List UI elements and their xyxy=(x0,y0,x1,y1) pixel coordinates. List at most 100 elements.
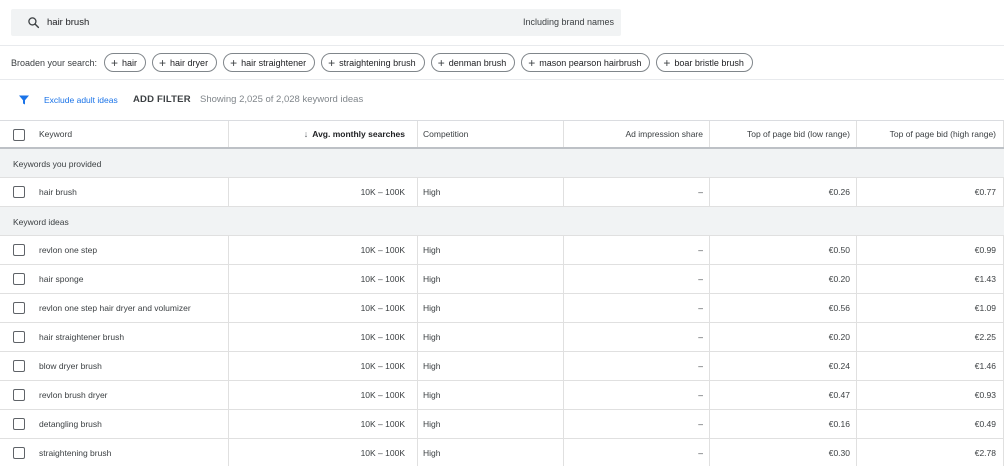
competition-cell: High xyxy=(418,410,564,438)
broaden-chip-label: straightening brush xyxy=(339,57,416,68)
table-row[interactable]: hair straightener brush 10K – 100K High – €0… xyxy=(0,323,1004,352)
header-avg-monthly-searches[interactable]: ↓ Avg. monthly searches xyxy=(229,121,418,147)
section-title: Keywords you provided xyxy=(13,159,102,169)
broaden-chip-label: denman brush xyxy=(448,57,507,68)
broaden-chip[interactable]: + boar bristle brush xyxy=(656,53,753,72)
impression-share-cell: – xyxy=(564,294,710,322)
broaden-chip[interactable]: + denman brush xyxy=(430,53,516,72)
keyword-cell: revlon brush dryer xyxy=(0,381,229,409)
impression-share-cell: – xyxy=(564,410,710,438)
plus-icon: + xyxy=(159,55,167,70)
avg-searches-cell: 10K – 100K xyxy=(229,265,418,293)
broaden-chip-label: hair dryer xyxy=(170,57,209,68)
bid-low-cell: €0.26 xyxy=(710,178,857,206)
avg-searches-cell: 10K – 100K xyxy=(229,381,418,409)
competition-cell: High xyxy=(418,236,564,264)
bid-high-cell: €0.77 xyxy=(857,178,1004,206)
broaden-chip[interactable]: + mason pearson hairbrush xyxy=(521,53,651,72)
header-bid-high[interactable]: Top of page bid (high range) xyxy=(857,121,1004,147)
keyword-table: Keyword ↓ Avg. monthly searches Competit… xyxy=(0,120,1004,466)
table-row[interactable]: hair sponge 10K – 100K High – €0.20 €1.43 xyxy=(0,265,1004,294)
table-row[interactable]: revlon one step hair dryer and volumizer… xyxy=(0,294,1004,323)
impression-share-cell: – xyxy=(564,381,710,409)
bid-high-cell: €0.93 xyxy=(857,381,1004,409)
bid-low-cell: €0.47 xyxy=(710,381,857,409)
header-avg-label: Avg. monthly searches xyxy=(312,129,405,139)
bid-low-cell: €0.30 xyxy=(710,439,857,466)
bid-low-cell: €0.20 xyxy=(710,265,857,293)
keyword-search-bar[interactable]: hair brush Including brand names xyxy=(11,9,621,36)
bid-low-cell: €0.16 xyxy=(710,410,857,438)
competition-cell: High xyxy=(418,323,564,351)
table-row[interactable]: hair brush 10K – 100K High – €0.26 €0.77 xyxy=(0,178,1004,207)
table-section-header: Keywords you provided xyxy=(0,149,1004,178)
bid-high-cell: €0.49 xyxy=(857,410,1004,438)
exclude-adult-ideas-link[interactable]: Exclude adult ideas xyxy=(44,95,118,105)
showing-count: Showing 2,025 of 2,028 keyword ideas xyxy=(200,94,364,105)
bid-high-cell: €2.78 xyxy=(857,439,1004,466)
table-row[interactable]: blow dryer brush 10K – 100K High – €0.24 €1.4… xyxy=(0,352,1004,381)
bid-high-cell: €1.43 xyxy=(857,265,1004,293)
header-competition[interactable]: Competition xyxy=(418,121,564,147)
plus-icon: + xyxy=(111,55,119,70)
table-body: Keywords you provided hair brush 10K – 100… xyxy=(0,149,1004,466)
avg-searches-cell: 10K – 100K xyxy=(229,323,418,351)
keyword-cell: blow dryer brush xyxy=(0,352,229,380)
sort-down-arrow-icon: ↓ xyxy=(303,129,309,139)
plus-icon: + xyxy=(437,55,445,70)
plus-icon: + xyxy=(528,55,536,70)
keyword-cell: revlon one step hair dryer and volumizer xyxy=(0,294,229,322)
broaden-label: Broaden your search: xyxy=(11,58,98,68)
competition-cell: High xyxy=(418,439,564,466)
broaden-chip[interactable]: + hair straightener xyxy=(223,53,316,72)
impression-share-cell: – xyxy=(564,323,710,351)
competition-cell: High xyxy=(418,265,564,293)
impression-share-cell: – xyxy=(564,439,710,466)
table-row[interactable]: revlon one step 10K – 100K High – €0.50 €0.99 xyxy=(0,236,1004,265)
header-ad-impression-share[interactable]: Ad impression share xyxy=(564,121,710,147)
broaden-chips: + hair + hair dryer + hair straightener + strai… xyxy=(104,53,753,72)
header-keyword[interactable]: Keyword xyxy=(0,121,229,147)
impression-share-cell: – xyxy=(564,352,710,380)
impression-share-cell: – xyxy=(564,236,710,264)
keyword-cell: hair brush xyxy=(0,178,229,206)
brand-names-toggle[interactable]: Including brand names xyxy=(523,17,614,27)
avg-searches-cell: 10K – 100K xyxy=(229,236,418,264)
bid-low-cell: €0.50 xyxy=(710,236,857,264)
avg-searches-cell: 10K – 100K xyxy=(229,439,418,466)
keyword-cell: hair sponge xyxy=(0,265,229,293)
filter-funnel-icon[interactable] xyxy=(18,94,30,106)
plus-icon: + xyxy=(328,55,336,70)
bid-high-cell: €0.99 xyxy=(857,236,1004,264)
competition-cell: High xyxy=(418,178,564,206)
bid-high-cell: €2.25 xyxy=(857,323,1004,351)
section-title: Keyword ideas xyxy=(13,217,69,227)
plus-icon: + xyxy=(230,55,238,70)
competition-cell: High xyxy=(418,381,564,409)
avg-searches-cell: 10K – 100K xyxy=(229,178,418,206)
impression-share-cell: – xyxy=(564,265,710,293)
table-row[interactable]: revlon brush dryer 10K – 100K High – €0.47 €0… xyxy=(0,381,1004,410)
avg-searches-cell: 10K – 100K xyxy=(229,352,418,380)
competition-cell: High xyxy=(418,294,564,322)
bid-low-cell: €0.20 xyxy=(710,323,857,351)
table-section-header: Keyword ideas xyxy=(0,207,1004,236)
header-bid-low[interactable]: Top of page bid (low range) xyxy=(710,121,857,147)
add-filter-button[interactable]: ADD FILTER xyxy=(133,94,191,105)
plus-icon: + xyxy=(663,55,671,70)
broaden-chip[interactable]: + straightening brush xyxy=(321,53,425,72)
broaden-chip-label: mason pearson hairbrush xyxy=(539,57,642,68)
keyword-cell: straightening brush xyxy=(0,439,229,466)
broaden-search-bar: Broaden your search: + hair + hair dryer + ha… xyxy=(0,45,1004,80)
broaden-chip-label: hair straightener xyxy=(241,57,307,68)
search-query[interactable]: hair brush xyxy=(47,17,89,28)
keyword-cell: detangling brush xyxy=(0,410,229,438)
table-row[interactable]: detangling brush 10K – 100K High – €0.16 €0.4… xyxy=(0,410,1004,439)
table-row[interactable]: straightening brush 10K – 100K High – €0.30 €… xyxy=(0,439,1004,466)
filter-row: Exclude adult ideas ADD FILTER Showing 2… xyxy=(0,80,1004,120)
broaden-chip[interactable]: + hair xyxy=(104,53,147,72)
keyword-cell: hair straightener brush xyxy=(0,323,229,351)
avg-searches-cell: 10K – 100K xyxy=(229,410,418,438)
bid-low-cell: €0.24 xyxy=(710,352,857,380)
broaden-chip[interactable]: + hair dryer xyxy=(152,53,218,72)
